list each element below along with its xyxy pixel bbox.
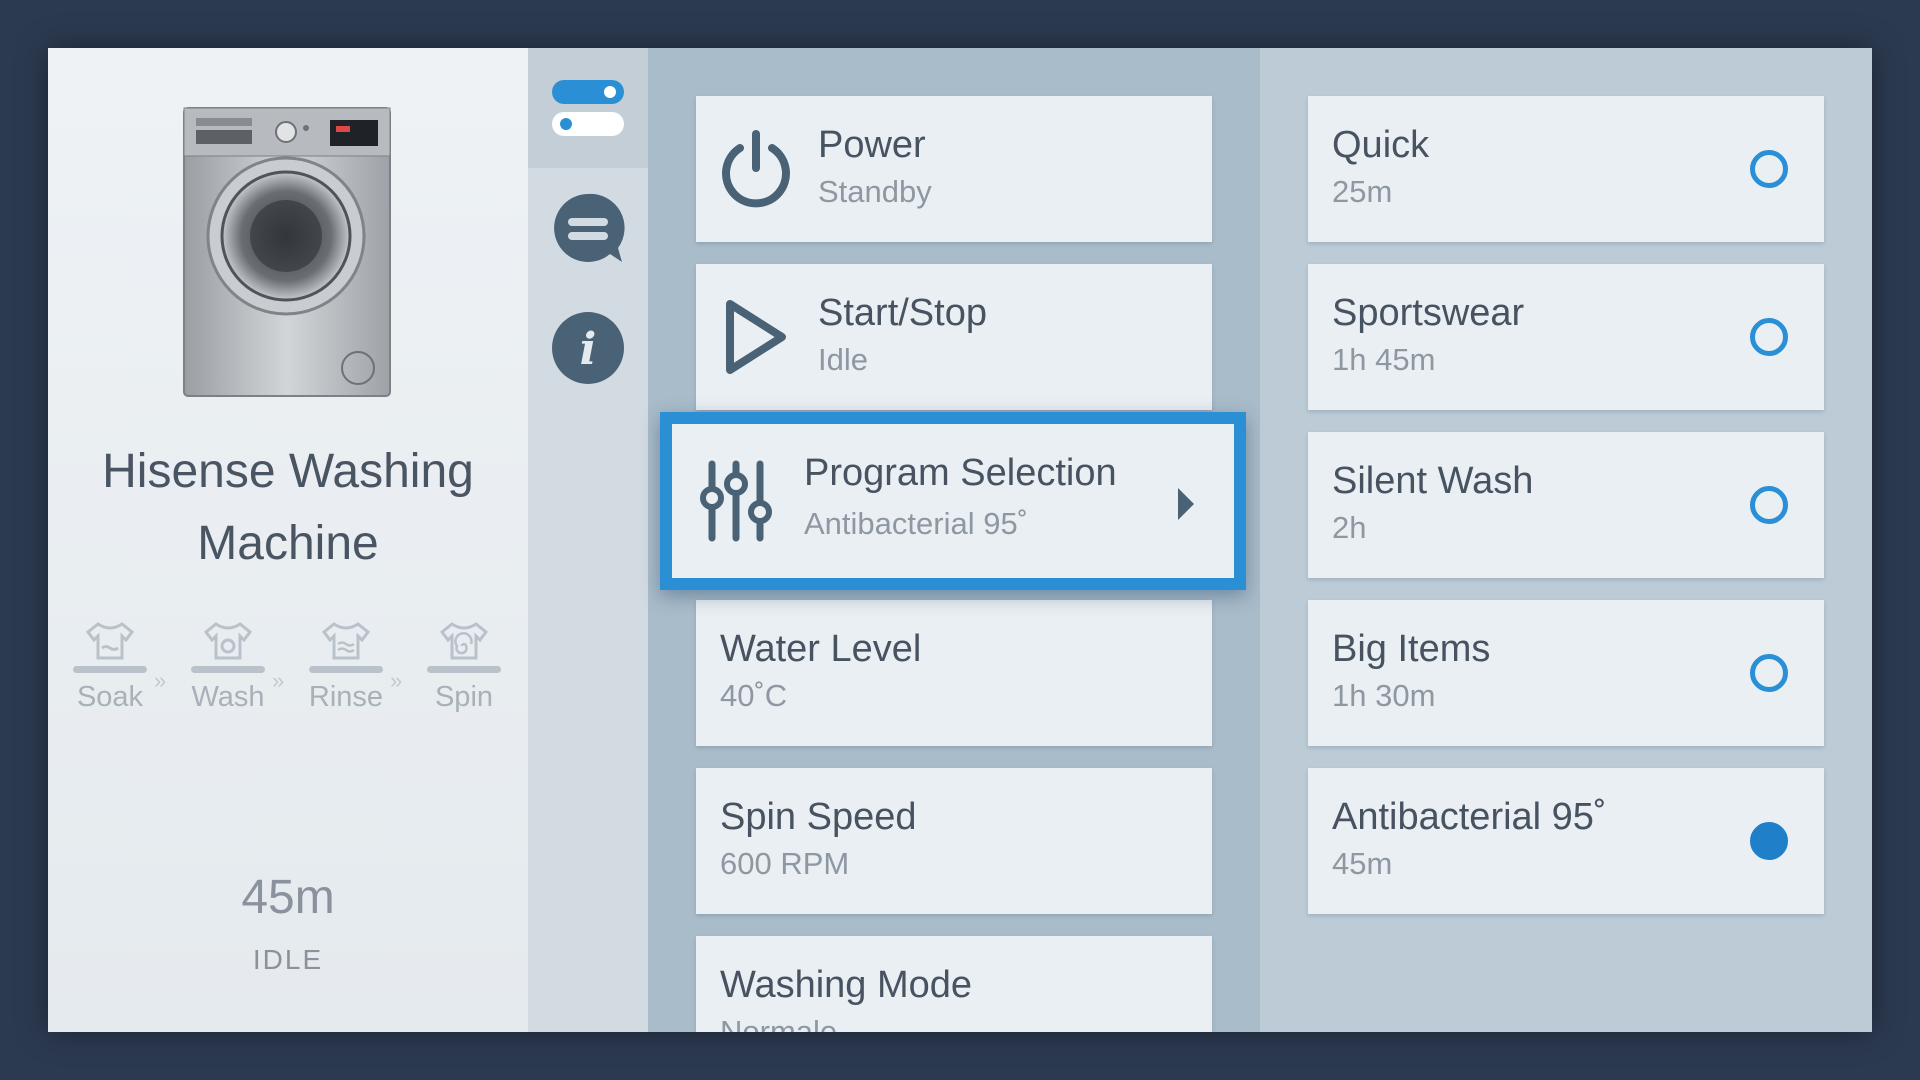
stage-rinse: Rinse — [308, 618, 384, 714]
radio-button[interactable] — [1750, 318, 1788, 356]
program-option-antibacterial[interactable]: Antibacterial 95˚ 45m — [1308, 768, 1824, 914]
stage-label: Soak — [76, 681, 144, 713]
radio-button-selected[interactable] — [1750, 822, 1788, 860]
program-option-big-items[interactable]: Big Items 1h 30m — [1308, 600, 1824, 746]
nav-item-info[interactable]: i — [528, 288, 648, 408]
sliders-icon — [700, 460, 772, 542]
stage-separator: » — [272, 668, 285, 693]
stage-separator: » — [154, 668, 167, 693]
device-state: IDLE — [252, 944, 324, 975]
shirt-wash-icon — [203, 622, 253, 660]
stage-wash: Wash — [190, 618, 266, 714]
card-value: Standby — [818, 174, 932, 209]
card-title: Power — [818, 124, 926, 166]
stage-progress-bar — [427, 666, 501, 673]
program-title: Sportswear — [1332, 292, 1525, 334]
stage-soak: Soak — [72, 618, 148, 714]
card-value: 40˚C — [720, 678, 788, 713]
stage-progress-bar — [73, 666, 147, 673]
nav-item-controls[interactable] — [528, 48, 648, 168]
controls-column: Power Standby Start/Stop Idle Water Leve… — [648, 48, 1260, 1032]
nav-column: i — [528, 48, 648, 1032]
program-title: Big Items — [1332, 628, 1491, 670]
washing-mode-card[interactable]: Washing Mode Normale — [696, 936, 1212, 1032]
programs-column: Quick 25m Sportswear 1h 45m Silent Wash … — [1260, 48, 1872, 1032]
card-title: Start/Stop — [818, 292, 987, 334]
stage-label: Rinse — [308, 681, 384, 713]
program-option-silent-wash[interactable]: Silent Wash 2h — [1308, 432, 1824, 578]
radio-button[interactable] — [1750, 486, 1788, 524]
card-value: Antibacterial 95˚ — [804, 506, 1029, 541]
stage-label: Spin — [434, 681, 494, 713]
program-option-quick[interactable]: Quick 25m — [1308, 96, 1824, 242]
program-duration: 25m — [1332, 174, 1393, 209]
program-duration: 2h — [1332, 510, 1367, 545]
program-title: Antibacterial 95˚ — [1332, 796, 1607, 838]
stage-label: Wash — [191, 681, 265, 713]
card-title: Water Level — [720, 628, 922, 670]
program-duration: 1h 45m — [1332, 342, 1436, 377]
program-selection-card[interactable]: Program Selection Antibacterial 95˚ — [660, 412, 1246, 590]
card-value: 600 RPM — [720, 846, 850, 881]
card-title: Washing Mode — [720, 964, 973, 1006]
program-title: Quick — [1332, 124, 1430, 166]
radio-button[interactable] — [1750, 654, 1788, 692]
program-duration: 1h 30m — [1332, 678, 1436, 713]
program-title: Silent Wash — [1332, 460, 1534, 502]
stage-progress-bar — [191, 666, 265, 673]
toggles-icon — [552, 80, 624, 136]
power-card[interactable]: Power Standby — [696, 96, 1212, 242]
info-icon: i — [552, 312, 624, 384]
shirt-spin-icon — [439, 622, 489, 660]
card-value: Idle — [818, 342, 868, 377]
stage-progress-bar — [309, 666, 383, 673]
washing-machine-image — [183, 107, 391, 397]
card-title: Program Selection — [804, 452, 1117, 494]
power-icon — [722, 130, 790, 208]
wash-stages: Soak » Wash » Rinse » Spin — [72, 618, 504, 728]
nav-item-messages[interactable] — [528, 168, 648, 288]
play-icon — [726, 300, 786, 374]
program-option-sportswear[interactable]: Sportswear 1h 45m — [1308, 264, 1824, 410]
water-level-card[interactable]: Water Level 40˚C — [696, 600, 1212, 746]
device-name: Hisense Washing Machine — [102, 445, 474, 570]
chat-icon — [554, 193, 625, 262]
stage-separator: » — [390, 668, 403, 693]
shirt-soak-icon — [85, 622, 135, 660]
app-frame: Hisense Washing Machine Soak » Wash » Ri… — [48, 48, 1872, 1032]
radio-button[interactable] — [1750, 150, 1788, 188]
card-value: Normale — [720, 1014, 838, 1032]
program-duration: 45m — [1332, 846, 1393, 881]
spin-speed-card[interactable]: Spin Speed 600 RPM — [696, 768, 1212, 914]
info-glyph: i — [580, 324, 597, 375]
device-panel: Hisense Washing Machine Soak » Wash » Ri… — [48, 48, 528, 1032]
time-remaining: 45m — [241, 871, 335, 924]
stage-spin: Spin — [426, 618, 502, 714]
card-title: Spin Speed — [720, 796, 917, 838]
chevron-right-icon — [1178, 488, 1194, 520]
start-stop-card[interactable]: Start/Stop Idle — [696, 264, 1212, 410]
shirt-rinse-icon — [321, 622, 371, 660]
